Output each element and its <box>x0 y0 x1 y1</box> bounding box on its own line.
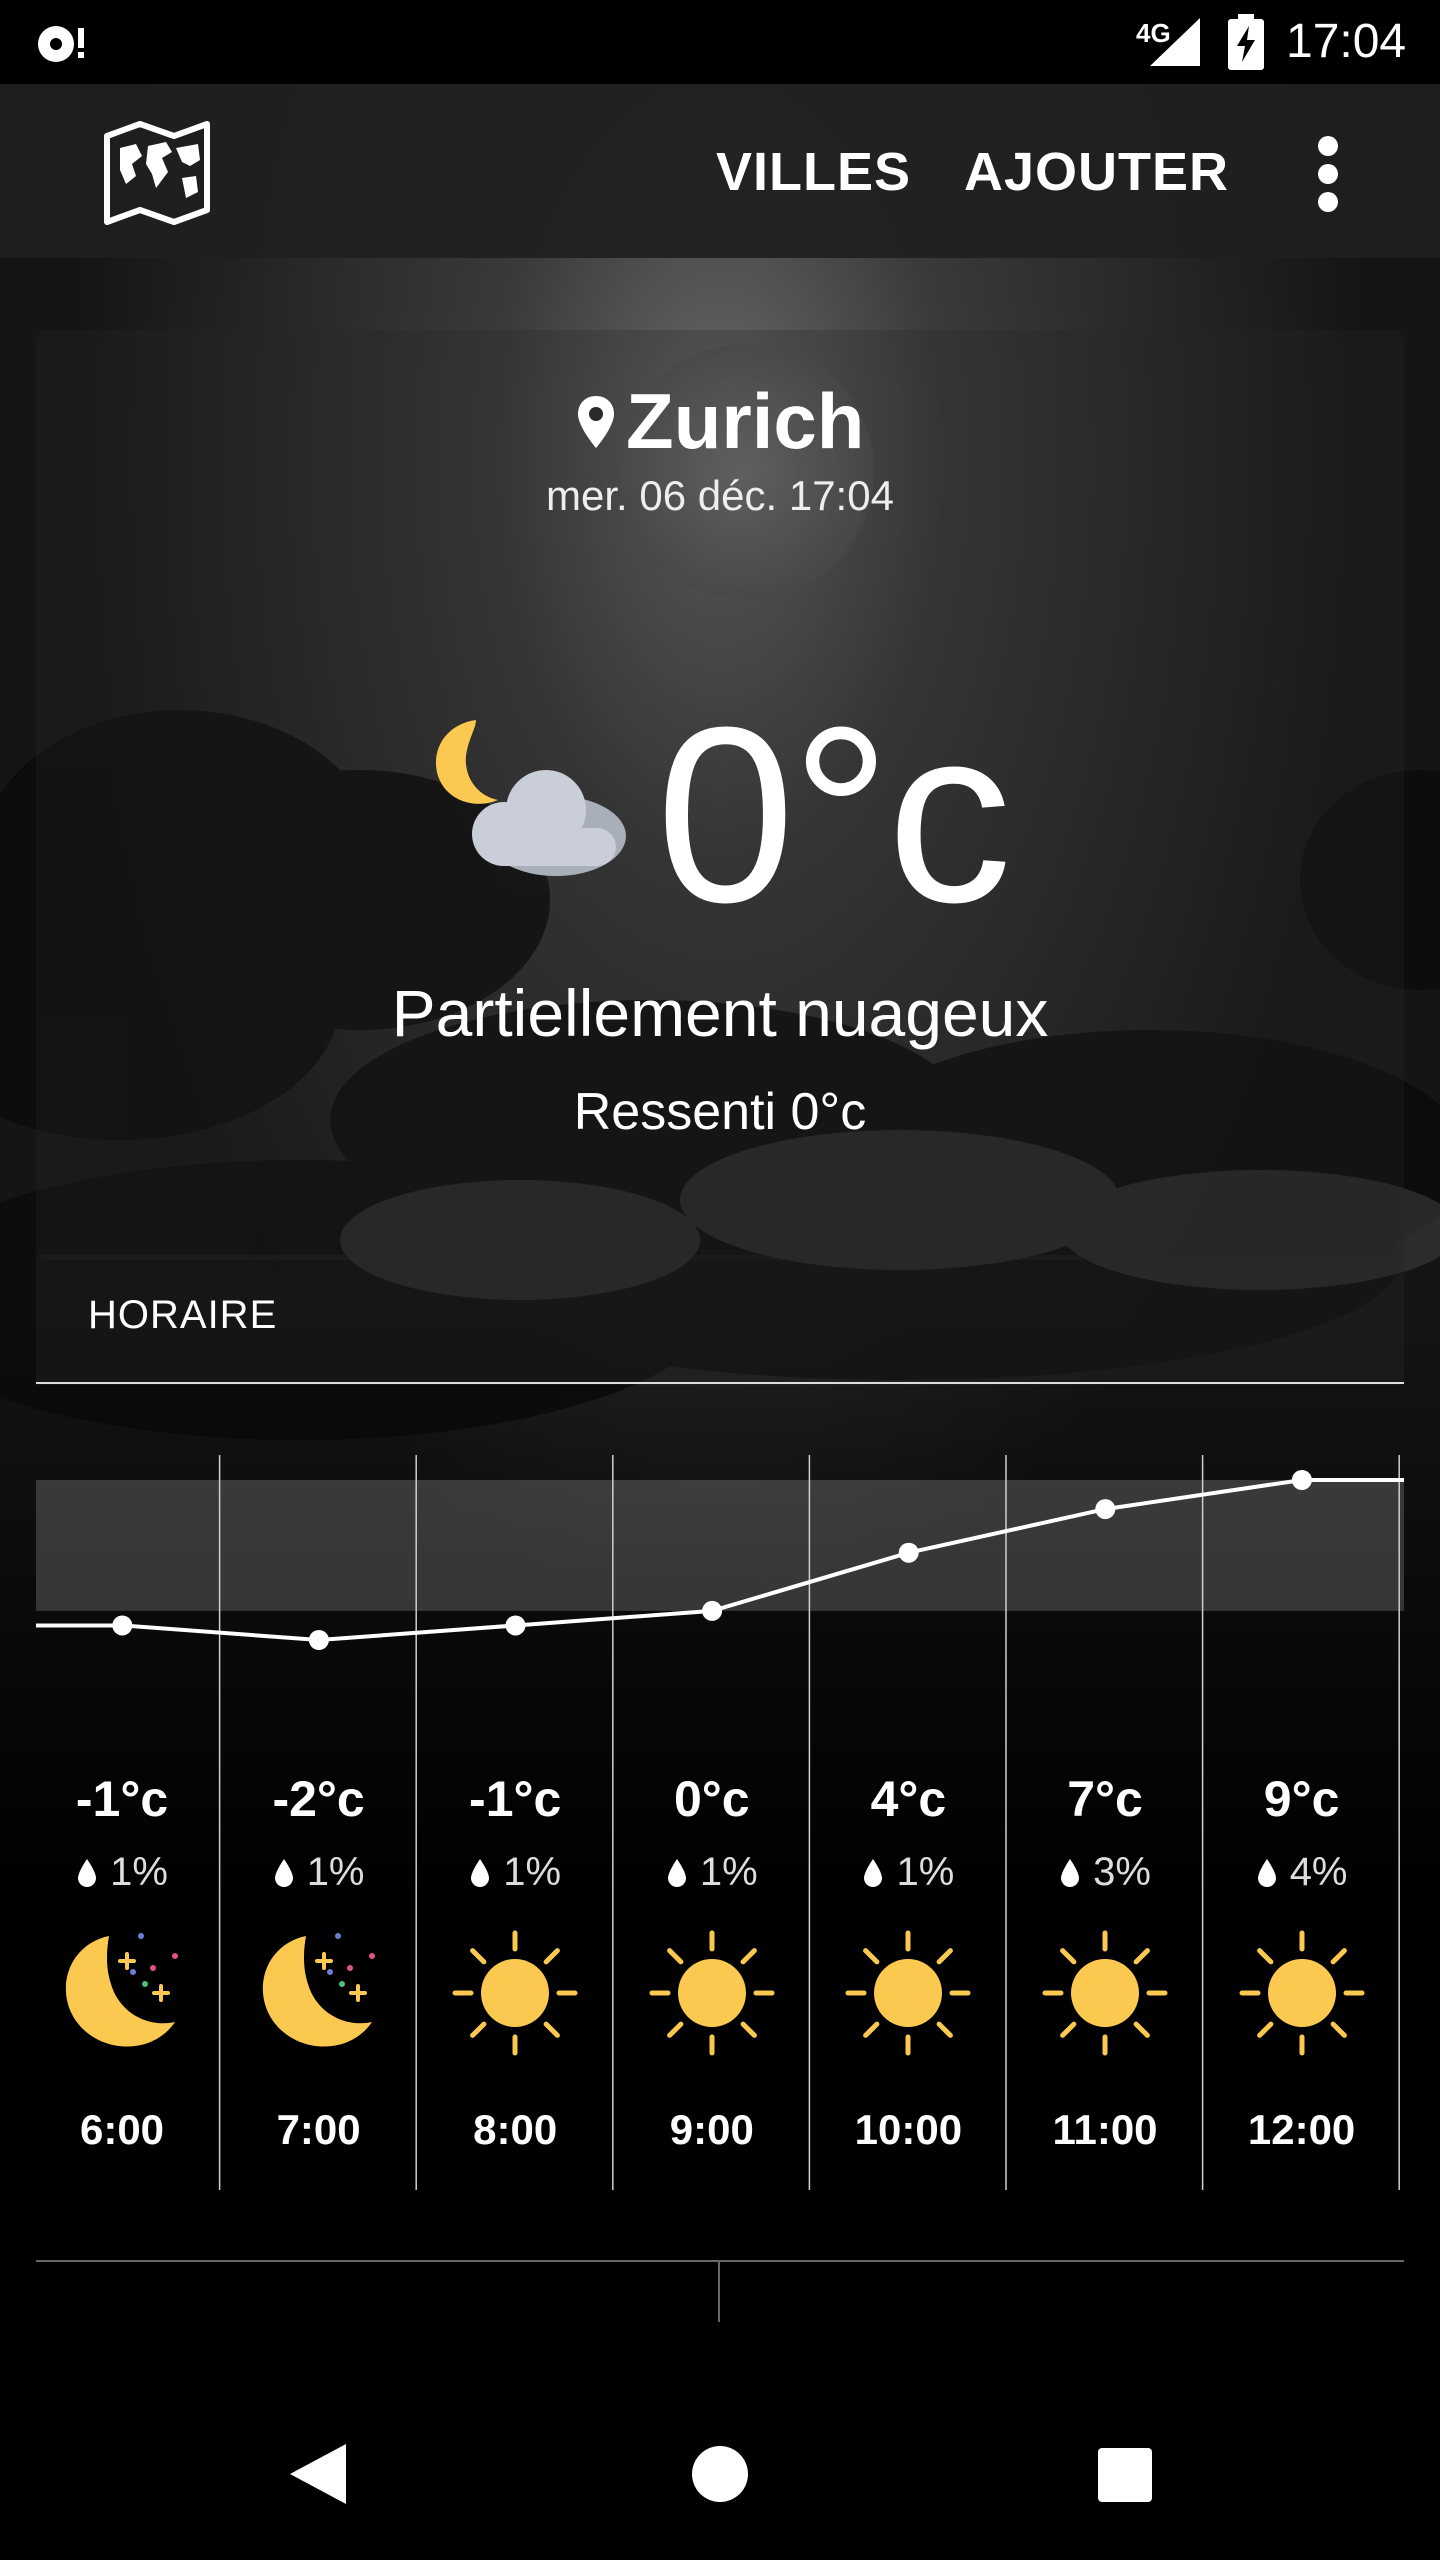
hourly-hour: 10:00 <box>854 2106 963 2153</box>
drop-icon <box>667 1859 686 1887</box>
clock: 17:04 <box>1286 15 1407 68</box>
hourly-precip-value: 1% <box>110 1850 168 1894</box>
hourly-temp: -1°c <box>75 1771 169 1827</box>
current-temperature: 0°c <box>656 675 1012 954</box>
cell-signal-icon <box>1150 18 1200 66</box>
bottom-tab-separator <box>718 2262 720 2322</box>
temperature-point <box>505 1615 526 1636</box>
location-pin-icon <box>577 395 614 448</box>
hourly-precip: 1% <box>810 1850 1006 1910</box>
sun-icon <box>452 1930 578 2056</box>
hourly-item[interactable]: -1°c 1% 8:00 <box>417 1770 613 2154</box>
sun-icon <box>845 1930 971 2056</box>
hourly-precip-value: 1% <box>503 1850 562 1894</box>
hourly-temp: -1°c <box>469 1771 562 1827</box>
hourly-item[interactable]: 9°c 4% 12:00 <box>1204 1770 1400 2154</box>
hourly-header: HORAIRE <box>36 1255 1404 1385</box>
hourly-temp: 4°c <box>870 1771 947 1827</box>
hourly-hour: 8:00 <box>473 2106 558 2153</box>
menu-dot <box>1318 136 1338 156</box>
hourly-temp: 0°c <box>673 1771 750 1827</box>
hourly-temp: 7°c <box>1067 1771 1143 1827</box>
app-bar: VILLES AJOUTER <box>0 84 1440 258</box>
back-icon[interactable] <box>290 2444 346 2504</box>
nav-ajouter-button[interactable]: AJOUTER <box>964 140 1229 204</box>
hourly-hour: 12:00 <box>1247 2106 1356 2153</box>
hourly-title: HORAIRE <box>88 1293 278 1337</box>
sun-icon <box>1042 1930 1168 2056</box>
hourly-precip: 4% <box>1204 1850 1400 1910</box>
hourly-precip: 1% <box>24 1850 220 1910</box>
moon-cloud-icon <box>435 720 626 876</box>
hourly-hour: 7:00 <box>276 2106 361 2153</box>
home-icon[interactable] <box>692 2446 748 2502</box>
hourly-item[interactable]: -2°c 1% 7:00 <box>221 1770 417 2154</box>
hourly-item[interactable]: -1°c 1% 6:00 <box>24 1770 220 2154</box>
hourly-item[interactable]: 7°c 3% 11:00 <box>1007 1770 1203 2154</box>
hourly-hour: 6:00 <box>79 2106 165 2153</box>
hourly-hour: 9:00 <box>669 2106 754 2153</box>
drop-icon <box>1257 1859 1276 1887</box>
notification-disc-icon <box>38 26 84 62</box>
more-vert-icon[interactable] <box>1310 134 1346 214</box>
temperature-point <box>898 1542 919 1563</box>
hourly-precip: 1% <box>221 1850 417 1910</box>
sun-icon <box>649 1930 775 2056</box>
temperature-point <box>1095 1499 1116 1520</box>
sun-icon <box>1239 1930 1365 2056</box>
temperature-point <box>112 1615 133 1636</box>
temperature-point <box>702 1600 723 1621</box>
moon-stars-icon <box>65 1933 178 2047</box>
hourly-precip: 1% <box>417 1850 613 1910</box>
bottom-divider <box>36 2260 1404 2262</box>
hourly-precip-value: 1% <box>699 1850 758 1894</box>
moon-stars-icon <box>262 1933 375 2047</box>
hourly-hour: 11:00 <box>1052 2106 1158 2153</box>
city-name: Zurich <box>626 377 865 465</box>
nav-villes-button[interactable]: VILLES <box>716 140 911 204</box>
drop-icon <box>1061 1859 1080 1887</box>
hourly-temp: 9°c <box>1263 1771 1340 1827</box>
hourly-precip: 1% <box>614 1850 810 1910</box>
hourly-precip: 3% <box>1007 1850 1203 1910</box>
hourly-temp: -2°c <box>272 1771 365 1827</box>
system-nav-bar <box>0 2378 1440 2560</box>
chart-band <box>36 1480 1404 1611</box>
hourly-item[interactable]: 0°c 1% 9:00 <box>614 1770 810 2154</box>
location-row[interactable]: Zurich <box>36 376 1404 467</box>
recents-icon[interactable] <box>1098 2448 1152 2502</box>
battery-charging-icon <box>1228 14 1264 70</box>
hourly-precip-value: 3% <box>1093 1850 1151 1894</box>
menu-dot <box>1318 192 1338 212</box>
condition-text: Partiellement nuageux <box>391 976 1049 1050</box>
drop-icon <box>864 1859 883 1887</box>
status-bar: 4G 17:04 <box>0 0 1440 84</box>
hourly-precip-value: 1% <box>896 1850 955 1894</box>
temperature-point <box>308 1630 329 1650</box>
feels-like-text: Ressenti 0°c <box>573 1083 867 1141</box>
current-datetime: mer. 06 déc. 17:04 <box>546 472 894 519</box>
hourly-precip-value: 1% <box>306 1850 365 1894</box>
drop-icon <box>78 1859 97 1887</box>
world-map-icon[interactable] <box>102 118 212 228</box>
menu-dot <box>1318 164 1338 184</box>
drop-icon <box>471 1859 490 1887</box>
hourly-item[interactable]: 4°c 1% 10:00 <box>810 1770 1006 2154</box>
drop-icon <box>274 1859 293 1887</box>
current-weather-card: Zurich mer. 06 déc. 17:04 0°c Partiellem… <box>36 330 1404 1260</box>
hourly-precip-value: 4% <box>1289 1850 1348 1894</box>
temperature-point <box>1291 1470 1312 1490</box>
